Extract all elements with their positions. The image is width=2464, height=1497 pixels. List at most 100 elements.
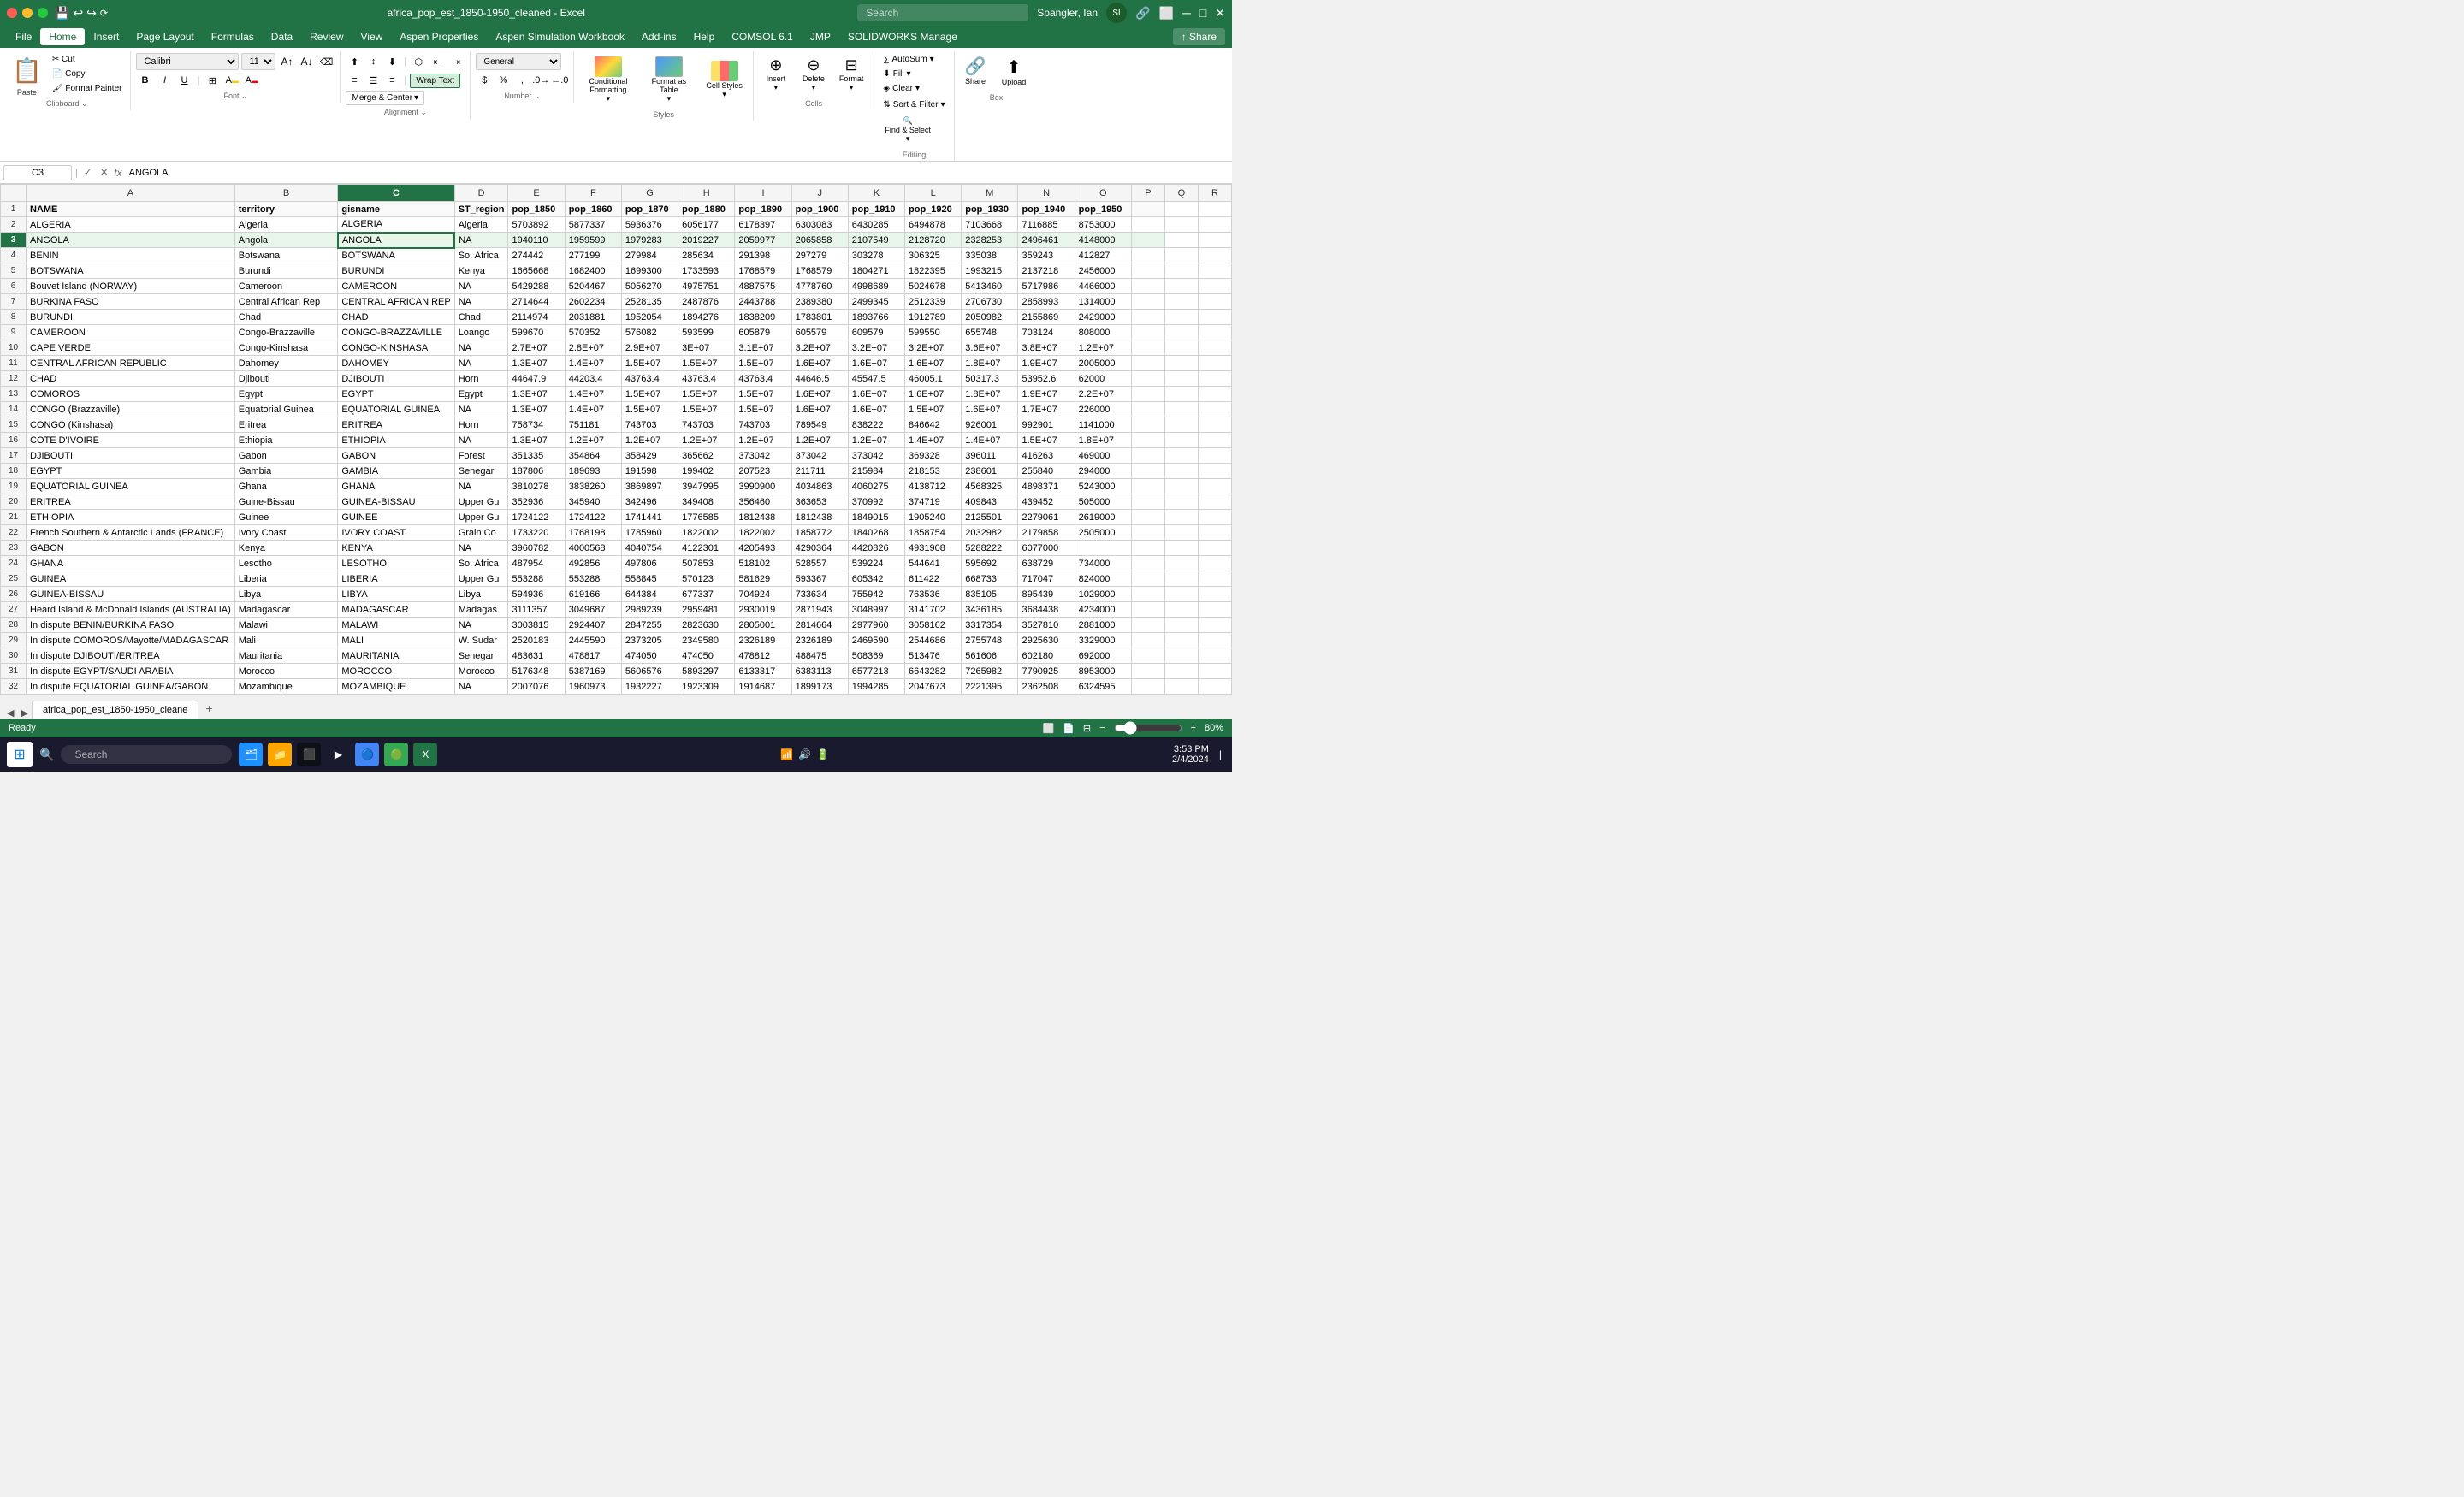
cell-M8[interactable]: 2050982 bbox=[962, 310, 1018, 325]
cell-M12[interactable]: 50317.3 bbox=[962, 371, 1018, 387]
cell-N15[interactable]: 992901 bbox=[1018, 417, 1075, 433]
cell-K23[interactable]: 4420826 bbox=[848, 541, 904, 556]
cell-H19[interactable]: 3947995 bbox=[678, 479, 735, 494]
cell-J18[interactable]: 211711 bbox=[791, 464, 848, 479]
cell-empty[interactable] bbox=[1164, 263, 1198, 279]
cell-H30[interactable]: 474050 bbox=[678, 648, 735, 664]
cell-P20[interactable] bbox=[1131, 494, 1164, 510]
cell-E29[interactable]: 2520183 bbox=[508, 633, 565, 648]
cell-empty[interactable] bbox=[1198, 479, 1231, 494]
cell-A1[interactable]: NAME bbox=[27, 202, 235, 217]
share-button[interactable]: ↑ Share bbox=[1173, 31, 1225, 43]
cell-P26[interactable] bbox=[1131, 587, 1164, 602]
col-header-C[interactable]: C bbox=[338, 185, 454, 202]
cell-C11[interactable]: DAHOMEY bbox=[338, 356, 454, 371]
cell-E13[interactable]: 1.3E+07 bbox=[508, 387, 565, 402]
cell-C28[interactable]: MALAWI bbox=[338, 618, 454, 633]
cell-F2[interactable]: 5877337 bbox=[565, 217, 621, 233]
cell-O25[interactable]: 824000 bbox=[1075, 571, 1131, 587]
cell-J22[interactable]: 1858772 bbox=[791, 525, 848, 541]
cell-A12[interactable]: CHAD bbox=[27, 371, 235, 387]
cell-O5[interactable]: 2456000 bbox=[1075, 263, 1131, 279]
cell-B21[interactable]: Guinee bbox=[234, 510, 338, 525]
cell-A32[interactable]: In dispute EQUATORIAL GUINEA/GABON bbox=[27, 679, 235, 695]
cell-G13[interactable]: 1.5E+07 bbox=[621, 387, 678, 402]
cell-O23[interactable] bbox=[1075, 541, 1131, 556]
cell-K14[interactable]: 1.6E+07 bbox=[848, 402, 904, 417]
cell-H28[interactable]: 2823630 bbox=[678, 618, 735, 633]
taskbar-app-terminal[interactable]: ⬛ bbox=[297, 743, 321, 766]
cell-N4[interactable]: 359243 bbox=[1018, 248, 1075, 263]
cell-empty[interactable] bbox=[1164, 494, 1198, 510]
cell-empty[interactable] bbox=[1164, 541, 1198, 556]
cell-K5[interactable]: 1804271 bbox=[848, 263, 904, 279]
cell-empty[interactable] bbox=[1164, 602, 1198, 618]
cell-G18[interactable]: 191598 bbox=[621, 464, 678, 479]
cell-P5[interactable] bbox=[1131, 263, 1164, 279]
cell-E11[interactable]: 1.3E+07 bbox=[508, 356, 565, 371]
cell-K12[interactable]: 45547.5 bbox=[848, 371, 904, 387]
cell-K17[interactable]: 373042 bbox=[848, 448, 904, 464]
cell-A13[interactable]: COMOROS bbox=[27, 387, 235, 402]
cell-N9[interactable]: 703124 bbox=[1018, 325, 1075, 340]
close-button[interactable] bbox=[7, 8, 17, 18]
col-header-O[interactable]: O bbox=[1075, 185, 1131, 202]
cell-J25[interactable]: 593367 bbox=[791, 571, 848, 587]
cell-empty[interactable] bbox=[1198, 217, 1231, 233]
cell-M15[interactable]: 926001 bbox=[962, 417, 1018, 433]
cell-empty[interactable] bbox=[1164, 387, 1198, 402]
cell-J14[interactable]: 1.6E+07 bbox=[791, 402, 848, 417]
align-left-button[interactable]: ≡ bbox=[346, 72, 363, 89]
cell-empty[interactable] bbox=[1164, 433, 1198, 448]
cell-O8[interactable]: 2429000 bbox=[1075, 310, 1131, 325]
cell-J2[interactable]: 6303083 bbox=[791, 217, 848, 233]
cell-B18[interactable]: Gambia bbox=[234, 464, 338, 479]
cell-N20[interactable]: 439452 bbox=[1018, 494, 1075, 510]
cell-C2[interactable]: ALGERIA bbox=[338, 217, 454, 233]
cell-I6[interactable]: 4887575 bbox=[735, 279, 791, 294]
cell-G19[interactable]: 3869897 bbox=[621, 479, 678, 494]
cell-B14[interactable]: Equatorial Guinea bbox=[234, 402, 338, 417]
cell-A15[interactable]: CONGO (Kinshasa) bbox=[27, 417, 235, 433]
cell-B19[interactable]: Ghana bbox=[234, 479, 338, 494]
window-controls[interactable] bbox=[7, 8, 48, 18]
cell-P22[interactable] bbox=[1131, 525, 1164, 541]
cell-B27[interactable]: Madagascar bbox=[234, 602, 338, 618]
cell-I15[interactable]: 743703 bbox=[735, 417, 791, 433]
cell-M26[interactable]: 835105 bbox=[962, 587, 1018, 602]
cell-K19[interactable]: 4060275 bbox=[848, 479, 904, 494]
cell-M2[interactable]: 7103668 bbox=[962, 217, 1018, 233]
cell-empty[interactable] bbox=[1198, 248, 1231, 263]
cell-H22[interactable]: 1822002 bbox=[678, 525, 735, 541]
cell-D29[interactable]: W. Sudar bbox=[454, 633, 508, 648]
zoom-out-icon[interactable]: − bbox=[1099, 723, 1105, 733]
cell-F8[interactable]: 2031881 bbox=[565, 310, 621, 325]
cell-J11[interactable]: 1.6E+07 bbox=[791, 356, 848, 371]
bold-button[interactable]: B bbox=[136, 72, 153, 89]
font-family-select[interactable]: Calibri bbox=[136, 53, 239, 70]
cell-I14[interactable]: 1.5E+07 bbox=[735, 402, 791, 417]
cell-C13[interactable]: EGYPT bbox=[338, 387, 454, 402]
cell-B9[interactable]: Congo-Brazzaville bbox=[234, 325, 338, 340]
cell-C8[interactable]: CHAD bbox=[338, 310, 454, 325]
cell-P2[interactable] bbox=[1131, 217, 1164, 233]
cell-G22[interactable]: 1785960 bbox=[621, 525, 678, 541]
maximize-button[interactable] bbox=[38, 8, 48, 18]
cell-B12[interactable]: Djibouti bbox=[234, 371, 338, 387]
cell-G2[interactable]: 5936376 bbox=[621, 217, 678, 233]
cell-G24[interactable]: 497806 bbox=[621, 556, 678, 571]
align-center-button[interactable]: ☰ bbox=[364, 72, 382, 89]
cell-H2[interactable]: 6056177 bbox=[678, 217, 735, 233]
cell-G11[interactable]: 1.5E+07 bbox=[621, 356, 678, 371]
cell-F10[interactable]: 2.8E+07 bbox=[565, 340, 621, 356]
cell-empty[interactable] bbox=[1198, 340, 1231, 356]
cell-D30[interactable]: Senegar bbox=[454, 648, 508, 664]
cell-E9[interactable]: 599670 bbox=[508, 325, 565, 340]
cell-C15[interactable]: ERITREA bbox=[338, 417, 454, 433]
cell-N6[interactable]: 5717986 bbox=[1018, 279, 1075, 294]
cell-M11[interactable]: 1.8E+07 bbox=[962, 356, 1018, 371]
cell-C23[interactable]: KENYA bbox=[338, 541, 454, 556]
cell-A3[interactable]: ANGOLA bbox=[27, 233, 235, 248]
col-header-H[interactable]: H bbox=[678, 185, 735, 202]
cell-F14[interactable]: 1.4E+07 bbox=[565, 402, 621, 417]
